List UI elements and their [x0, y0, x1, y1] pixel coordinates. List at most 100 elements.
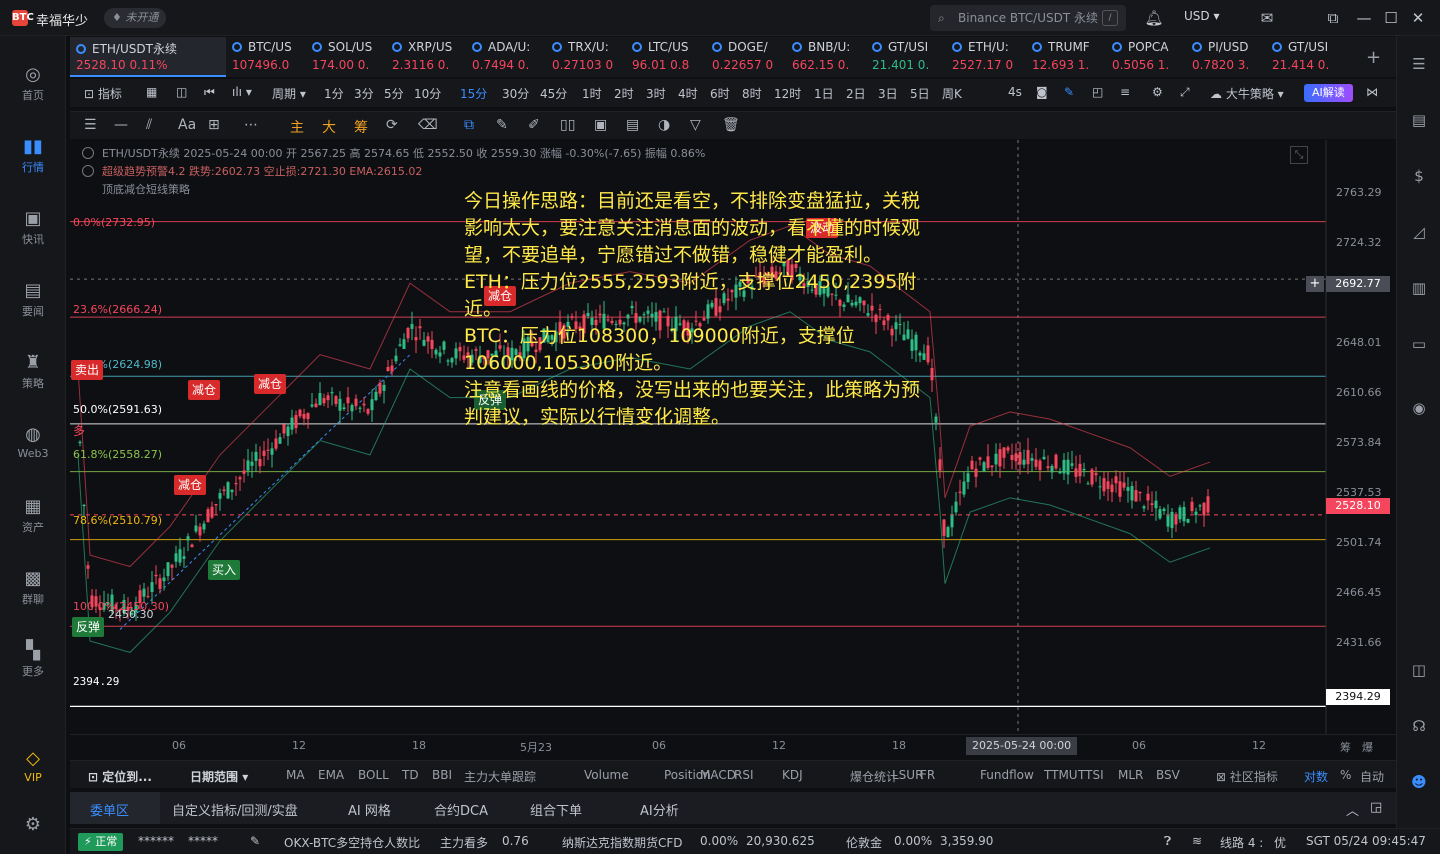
list-icon[interactable]: ≡ — [1120, 85, 1130, 99]
timeframe-option[interactable]: 1时 — [582, 85, 602, 102]
candle-tool-icon[interactable]: ▯▯ — [560, 117, 575, 133]
indicator-option[interactable]: BBI — [432, 768, 452, 782]
add-alert-icon[interactable]: + — [1306, 276, 1324, 292]
ticker-tab[interactable]: BTC/US 107496.0 — [226, 37, 306, 77]
help-icon[interactable]: ❓︎ — [1164, 834, 1171, 849]
camera-icon[interactable]: ◙ — [1036, 85, 1048, 99]
ticker-tab[interactable]: GT/USI 21.414 0. — [1266, 37, 1346, 77]
timeframe-option[interactable]: 5日 — [910, 85, 930, 102]
ticker-tab[interactable]: DOGE/0.22657 0 — [706, 37, 786, 77]
ticker-tab[interactable]: SOL/US 174.00 0. — [306, 37, 386, 77]
ticker-tab[interactable]: ETH/USDT永续 2528.10 0.11% — [70, 37, 226, 77]
layout-grid-icon[interactable]: ◫ — [176, 85, 187, 99]
big-toggle[interactable]: 大 — [322, 117, 336, 137]
timeframe-option[interactable]: 5分 — [384, 85, 404, 102]
ticker-tab[interactable]: TRUMF 12.693 1. — [1026, 37, 1106, 77]
parallel-tool-icon[interactable]: ⫽ — [146, 117, 152, 133]
card-icon[interactable]: ▭ — [1409, 334, 1429, 354]
ai-analysis-button[interactable]: AI解读 — [1304, 84, 1353, 102]
indicator-option[interactable]: TD — [402, 768, 419, 782]
tab-orders[interactable]: 委单区 — [90, 800, 129, 819]
pen-icon[interactable]: ✎ — [1064, 85, 1074, 99]
indicator-option[interactable]: MACD — [700, 768, 736, 782]
add-ticker-icon[interactable]: + — [1366, 47, 1381, 68]
tab-ai-grid[interactable]: AI 网格 — [348, 800, 391, 819]
price-chart[interactable]: ETH/USDT永续 2025-05-24 00:00 开 2567.25 高 … — [70, 140, 1396, 734]
timeframe-option[interactable]: 1分 — [324, 85, 344, 102]
user-name[interactable]: 幸福华少 — [36, 10, 88, 29]
timeframe-option[interactable]: 15分 — [460, 85, 487, 102]
chart-expand-icon[interactable]: ⤡ — [1290, 146, 1308, 164]
ticker-tab[interactable]: GT/USI 21.401 0. — [866, 37, 946, 77]
ticker-tab[interactable]: PI/USD 0.7820 3. — [1186, 37, 1266, 77]
nav-home[interactable]: ◎ 首页 — [0, 64, 66, 103]
more-tools-icon[interactable]: ⋯ — [244, 117, 258, 133]
timeframe-option[interactable]: 45分 — [540, 85, 567, 102]
orderbook-icon[interactable]: ▤ — [1409, 110, 1429, 130]
nav-strategy[interactable]: ♜ 策略 — [0, 352, 66, 391]
search-input[interactable]: ⌕ Binance BTC/USDT 永续 / — [930, 5, 1126, 31]
filter-icon[interactable]: ▽ — [690, 117, 701, 133]
minimize-icon[interactable]: — — [1354, 8, 1374, 28]
indicator-button[interactable]: ⊡ 指标 — [84, 85, 122, 102]
indicator-option[interactable]: Fundflow — [980, 768, 1034, 782]
menu-icon[interactable]: ☰ — [84, 117, 97, 133]
timeframe-option[interactable]: 8时 — [742, 85, 762, 102]
pencil-icon[interactable]: ✎ — [496, 117, 508, 133]
indicator-option[interactable]: Volume — [584, 768, 629, 782]
nav-market[interactable]: ▮▮ 行情 — [0, 136, 66, 175]
nav-web3[interactable]: ◍ Web3 — [0, 424, 66, 460]
ticker-tab[interactable]: BNB/U: 662.15 0. — [786, 37, 866, 77]
chevron-up-icon[interactable]: ︿ — [1346, 800, 1359, 819]
timeframe-option[interactable]: 3时 — [646, 85, 666, 102]
timeframe-option[interactable]: 3分 — [354, 85, 374, 102]
indicator-option[interactable]: BOLL — [358, 768, 389, 782]
indicator-option[interactable]: 爆仓统计 — [850, 768, 898, 785]
indicator-option[interactable]: MLR — [1118, 768, 1143, 782]
community-indicators[interactable]: ⊠ 社区指标 — [1216, 768, 1278, 785]
trash-icon[interactable]: 🗑︎ — [722, 117, 740, 133]
chart-type-icon[interactable]: ılı ▾ — [232, 85, 252, 99]
ticker-tab[interactable]: TRX/U: 0.27103 0 — [546, 37, 626, 77]
indicator-option[interactable]: FR — [920, 768, 935, 782]
ticker-tab[interactable]: ETH/U: 2527.17 0 — [946, 37, 1026, 77]
chip-toggle[interactable]: 筹 — [354, 117, 368, 137]
nav-assets[interactable]: ▦ 资产 — [0, 496, 66, 535]
indicator-option[interactable]: LSUR — [892, 768, 923, 782]
percent-scale-toggle[interactable]: % — [1340, 768, 1351, 782]
text-tool[interactable]: Aa — [178, 117, 196, 133]
nav-news[interactable]: ▤ 要闻 — [0, 280, 66, 319]
maximize-icon[interactable]: ☐ — [1381, 8, 1401, 28]
replay-icon[interactable]: ⏮ — [204, 85, 215, 100]
indicator-option[interactable]: MA — [286, 768, 305, 782]
timeframe-option[interactable]: 4时 — [678, 85, 698, 102]
collapse-icon[interactable] — [82, 165, 94, 177]
tab-ai-analysis[interactable]: AI分析 — [640, 800, 679, 819]
timeframe-option[interactable]: 周K — [942, 85, 962, 102]
nav-flash[interactable]: ▣ 快讯 — [0, 208, 66, 247]
nav-settings[interactable]: ⚙ — [0, 814, 66, 837]
line-label[interactable]: 线路 4 : — [1220, 834, 1263, 851]
strategy-select[interactable]: ☁ 大牛策略 ▾ — [1210, 85, 1284, 102]
nav-chat[interactable]: ▩ 群聊 — [0, 568, 66, 607]
tab-custom-indicators[interactable]: 自定义指标/回测/实盘 — [172, 800, 298, 819]
magnet-icon[interactable]: ◑ — [658, 117, 670, 133]
bot-icon[interactable]: ☻ — [1409, 772, 1429, 792]
collapse-icon[interactable] — [82, 147, 94, 159]
date-range-select[interactable]: 日期范围 ▾ — [190, 768, 248, 785]
watchlist-icon[interactable]: ☰ — [1409, 54, 1429, 74]
timeframe-option[interactable]: 1日 — [814, 85, 834, 102]
indicator-option[interactable]: BSV — [1156, 768, 1180, 782]
timeframe-option[interactable]: 2日 — [846, 85, 866, 102]
chip-toggle[interactable]: 筹 — [1340, 739, 1351, 755]
popout-icon[interactable]: ◲ — [1370, 800, 1382, 815]
indicator-option[interactable]: 主力大单跟踪 — [464, 768, 536, 785]
ticker-tab[interactable]: POPCA 0.5056 1. — [1106, 37, 1186, 77]
auto-scale-toggle[interactable]: 自动 — [1360, 768, 1384, 785]
hline-tool-icon[interactable]: — — [114, 117, 128, 133]
depth-chart-icon[interactable]: ◿ — [1409, 222, 1429, 242]
eraser-icon[interactable]: ⌫ — [418, 117, 438, 133]
indicator-option[interactable]: TTMU — [1044, 768, 1078, 782]
timeframe-option[interactable]: 30分 — [502, 85, 529, 102]
indicator-option[interactable]: RSI — [734, 768, 754, 782]
